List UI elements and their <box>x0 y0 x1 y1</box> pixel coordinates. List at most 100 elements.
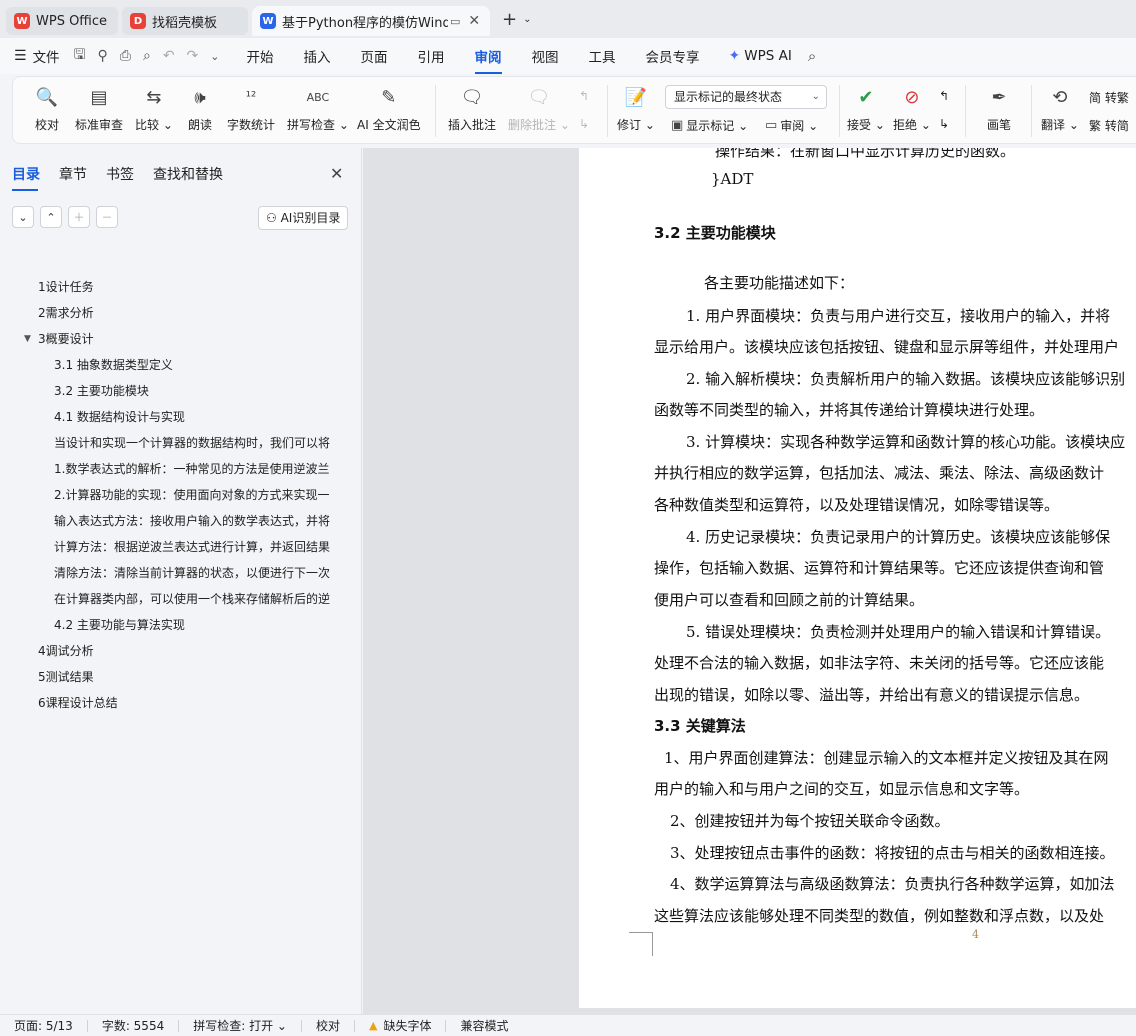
toc-item[interactable]: 5测试结果 <box>0 664 362 690</box>
proofread-button[interactable]: 🔍 校对 <box>33 83 61 133</box>
toc-item[interactable]: 4.2 主要功能与算法实现 <box>0 612 362 638</box>
toc-item[interactable]: ▼ 3概要设计 <box>0 326 362 352</box>
ai-toc-button[interactable]: ⚇ AI识别目录 <box>258 206 349 230</box>
document-canvas[interactable]: 操作结果：在新窗口中显示计算历史的函数。 }ADT 3.2 主要功能模块 各主要… <box>363 148 1136 1014</box>
new-tab-icon[interactable]: + <box>502 9 517 30</box>
quick-access-more-icon[interactable]: ⌄ <box>210 50 219 63</box>
toc-item[interactable]: 计算方法：根据逆波兰表达式进行计算，并返回结果 <box>0 534 348 560</box>
to-simplified-button[interactable]: 繁 转简 <box>1089 117 1129 134</box>
tab-toc[interactable]: 目录 <box>12 164 40 191</box>
standard-review-button[interactable]: ▤ 标准审查 <box>75 83 123 133</box>
translate-button[interactable]: ⟲ 翻译 ⌄ <box>1041 83 1079 133</box>
wps-ai-label: WPS AI <box>744 48 792 64</box>
tab-sections[interactable]: 章节 <box>59 164 87 184</box>
undo-icon[interactable]: ↶ <box>163 48 175 64</box>
track-changes-button[interactable]: 📝 修订 ⌄ <box>617 83 655 133</box>
toc-item[interactable]: 4.1 数据结构设计与实现 <box>0 404 362 430</box>
read-aloud-button[interactable]: 🕪 朗读 <box>186 83 214 133</box>
print-icon[interactable]: ⎙ <box>120 48 131 64</box>
document-page[interactable]: 操作结果：在新窗口中显示计算历史的函数。 }ADT 3.2 主要功能模块 各主要… <box>579 148 1136 1008</box>
add-heading-icon[interactable]: ＋ <box>68 206 90 228</box>
menu-view[interactable]: 视图 <box>532 46 559 66</box>
tab-template[interactable]: D 找稻壳模板 <box>122 7 248 35</box>
markup-mode-select[interactable]: 显示标记的最终状态 ⌄ <box>665 85 827 109</box>
ai-polish-button[interactable]: ✎ AI 全文润色 <box>357 83 421 133</box>
next-comment-icon[interactable]: ↳ <box>579 117 589 131</box>
review-pane-button[interactable]: ▭ 审阅 ⌄ <box>765 117 818 134</box>
prev-comment-icon[interactable]: ↰ <box>579 89 589 103</box>
menu-member[interactable]: 会员专享 <box>646 46 700 66</box>
toc-item[interactable]: 在计算器类内部，可以使用一个栈来存储解析后的逆 <box>0 586 348 612</box>
wps-ai-icon: ✦ <box>728 48 741 64</box>
collapse-down-icon[interactable]: ⌄ <box>12 206 34 228</box>
status-divider <box>178 1019 180 1032</box>
menu-reference[interactable]: 引用 <box>418 46 445 66</box>
menu-review[interactable]: 审阅 <box>474 46 502 74</box>
toc-item[interactable]: 1.数学表达式的解析：一种常见的方法是使用逆波兰 <box>0 456 348 482</box>
doc-line: 显示给用户。该模块应该包括按钮、键盘和显示屏等组件，并处理用户 <box>654 338 1120 356</box>
menu-page[interactable]: 页面 <box>361 46 388 66</box>
read-aloud-icon: 🕪 <box>194 86 206 108</box>
menu-home[interactable]: 开始 <box>247 46 274 66</box>
spell-check-button[interactable]: ABC 拼写检查 ⌄ <box>287 83 349 133</box>
tab-bookmarks[interactable]: 书签 <box>106 164 134 184</box>
reject-button[interactable]: ⊘ 拒绝 ⌄ <box>893 83 931 133</box>
chevron-down-icon[interactable]: ⌄ <box>523 14 531 25</box>
toc-item[interactable]: 输入表达式方法：接收用户输入的数学表达式，并将 <box>0 508 348 534</box>
review-pane-icon: ▭ <box>765 118 778 133</box>
to-traditional-button[interactable]: 简 转繁 <box>1089 89 1129 106</box>
pen-button[interactable]: ✒ 画笔 <box>985 83 1013 133</box>
search-icon[interactable]: ⌕ <box>808 47 816 65</box>
menu-bar: ☰ 文件 🖫 ⚲ ⎙ ⌕ ↶ ↷ ⌄ 开始 插入 页面 引用 审阅 视图 工具 … <box>0 38 1136 74</box>
menu-tools[interactable]: 工具 <box>589 46 616 66</box>
file-menu[interactable]: ☰ 文件 <box>14 46 60 66</box>
toc-item[interactable]: 2需求分析 <box>0 300 362 326</box>
accept-button[interactable]: ✔ 接受 ⌄ <box>847 83 885 133</box>
tab-wps-office[interactable]: W WPS Office <box>6 7 118 35</box>
close-pane-icon[interactable]: ✕ <box>330 164 343 183</box>
missing-font-indicator[interactable]: ▲ 缺失字体 <box>369 1017 431 1034</box>
doc-line: 并执行相应的数学运算，包括加法、减法、乘法、除法、高级函数计 <box>654 464 1105 482</box>
ribbon-divider <box>965 85 966 137</box>
doc-line: 1. 用户界面模块：负责与用户进行交互，接收用户的输入，并将 <box>686 307 1111 325</box>
spell-check-indicator[interactable]: 拼写检查: 打开 ⌄ <box>193 1017 287 1034</box>
warning-icon: ▲ <box>368 1019 378 1032</box>
delete-comment-button[interactable]: 🗨 删除批注 ⌄ <box>508 83 570 133</box>
tab-find-replace[interactable]: 查找和替换 <box>153 164 223 184</box>
next-change-icon[interactable]: ↳ <box>939 117 949 131</box>
tab-document[interactable]: W 基于Python程序的模仿Windc ▭ ✕ <box>252 6 490 36</box>
share-icon[interactable]: ⚲ <box>98 48 108 64</box>
toc-item[interactable]: 3.1 抽象数据类型定义 <box>0 352 362 378</box>
toc-item[interactable]: 3.2 主要功能模块 <box>0 378 362 404</box>
doc-line: 操作结果：在新窗口中显示计算历史的函数。 <box>715 148 1016 160</box>
proofread-indicator[interactable]: 校对 <box>316 1017 340 1034</box>
toc-item[interactable]: 6课程设计总结 <box>0 690 362 716</box>
toc-item[interactable]: 当设计和实现一个计算器的数据结构时，我们可以将 <box>0 430 348 456</box>
pen-icon: ✒ <box>991 86 1007 108</box>
show-markup-button[interactable]: ▣ 显示标记 ⌄ <box>671 117 748 134</box>
close-tab-icon[interactable]: ✕ <box>468 13 480 29</box>
redo-icon[interactable]: ↷ <box>187 48 199 64</box>
status-divider <box>445 1019 447 1032</box>
wps-ai-button[interactable]: ✦ WPS AI <box>729 48 792 64</box>
toc-item[interactable]: 清除方法：清除当前计算器的状态，以便进行下一次 <box>0 560 348 586</box>
toc-list: 1设计任务 2需求分析 ▼ 3概要设计 3.1 抽象数据类型定义 3.2 主要功能… <box>0 274 362 716</box>
ribbon-divider <box>435 85 436 137</box>
insert-comment-button[interactable]: 🗨 插入批注 <box>448 83 496 133</box>
expand-caret-icon[interactable]: ▼ <box>24 326 31 352</box>
print-preview-icon[interactable]: ⌕ <box>143 48 151 64</box>
expand-up-icon[interactable]: ⌃ <box>40 206 62 228</box>
wps-logo-icon: W <box>14 13 30 29</box>
save-icon[interactable]: 🖫 <box>74 44 86 68</box>
word-count-indicator[interactable]: 字数: 5554 <box>102 1017 164 1034</box>
word-count-button[interactable]: ¹² 字数统计 <box>227 83 275 133</box>
menu-insert[interactable]: 插入 <box>304 46 331 66</box>
toc-item[interactable]: 1设计任务 <box>0 274 362 300</box>
toc-item[interactable]: 2.计算器功能的实现：使用面向对象的方式来实现一 <box>0 482 348 508</box>
prev-change-icon[interactable]: ↰ <box>939 89 949 103</box>
page-indicator[interactable]: 页面: 5/13 <box>14 1017 73 1034</box>
toc-item[interactable]: 4调试分析 <box>0 638 362 664</box>
remove-heading-icon[interactable]: － <box>96 206 118 228</box>
docer-logo-icon: D <box>130 13 146 29</box>
compare-button[interactable]: ⇆ 比较 ⌄ <box>135 83 173 133</box>
